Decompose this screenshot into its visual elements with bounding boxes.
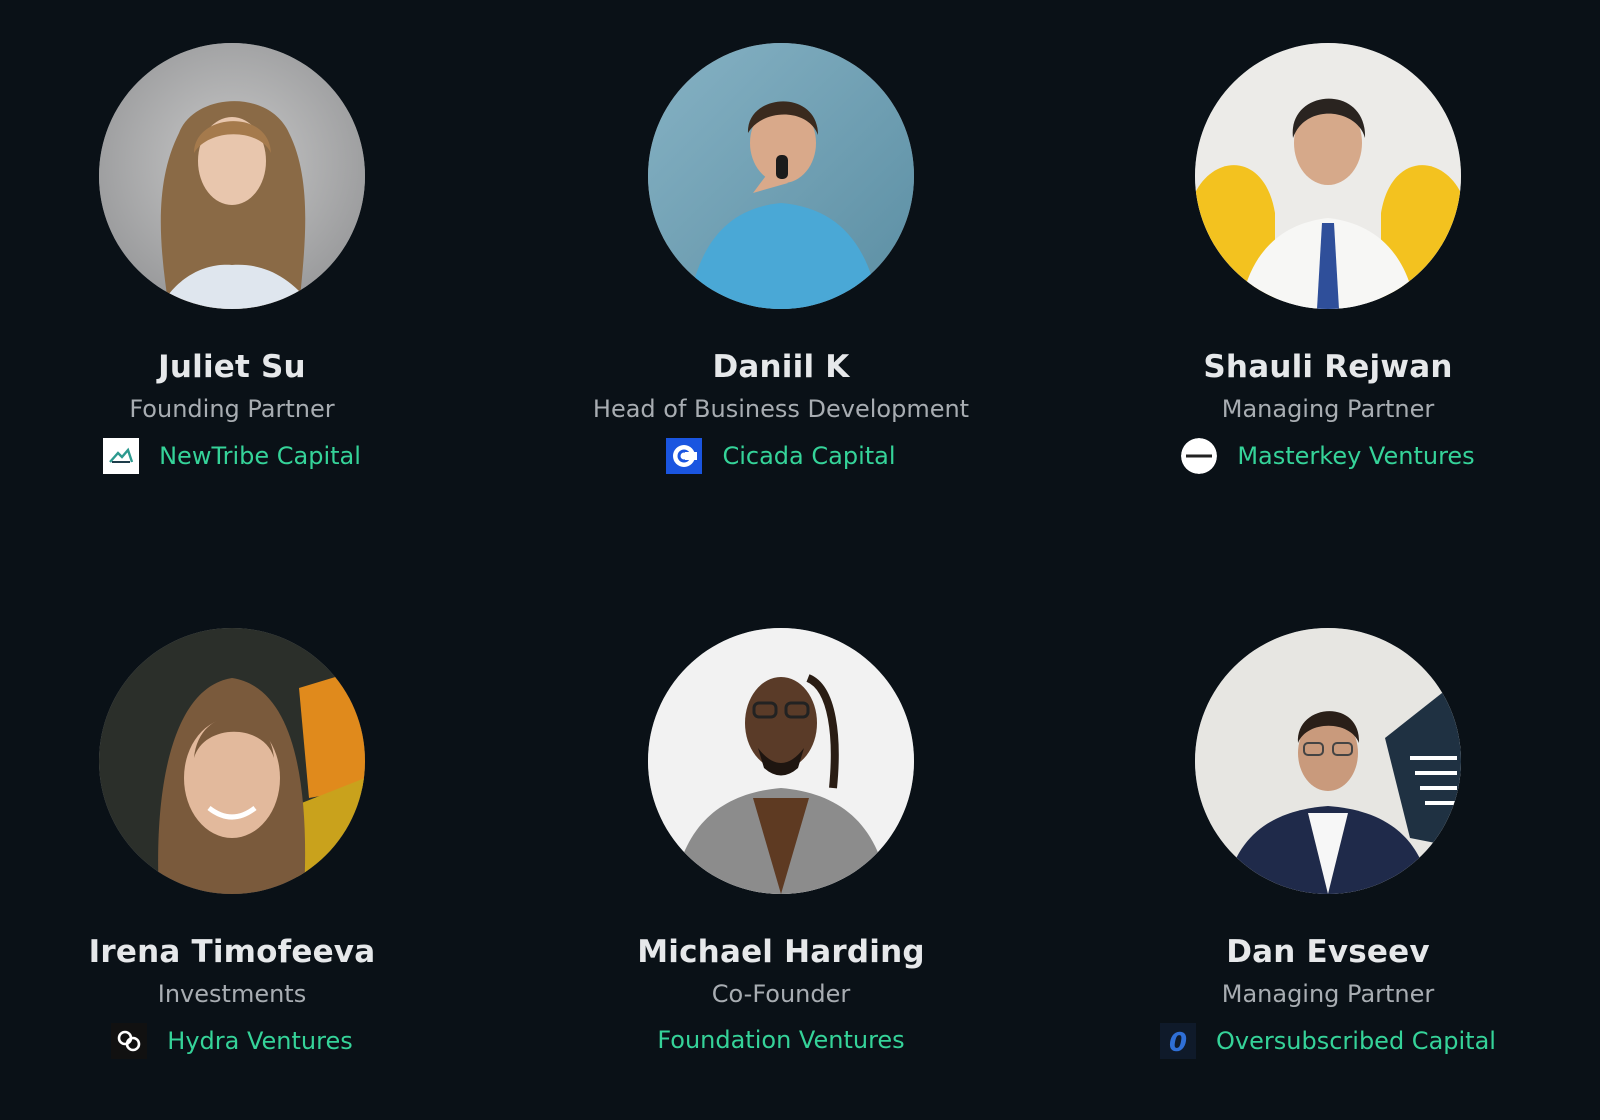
person-role: Head of Business Development — [592, 395, 970, 423]
newtribe-logo-icon — [103, 438, 140, 474]
cicada-logo-icon — [666, 438, 703, 474]
speakers-grid: Juliet Su Founding Partner NewTribe Capi… — [0, 0, 1600, 1120]
company-link[interactable]: NewTribe Capital — [103, 438, 361, 474]
person-role: Managing Partner — [1221, 980, 1435, 1008]
portrait-image — [99, 628, 365, 894]
person-name: Juliet Su — [158, 349, 306, 385]
company-name: Masterkey Ventures — [1237, 442, 1475, 470]
company-link[interactable]: Hydra Ventures — [111, 1023, 353, 1059]
person-name: Daniil K — [712, 349, 850, 385]
person-card: Dan Evseev Managing Partner 0 Oversubscr… — [1068, 628, 1588, 1059]
portrait-image — [1195, 43, 1461, 309]
person-card: Michael Harding Co-Founder Foundation Ve… — [521, 628, 1041, 1057]
avatar — [99, 43, 365, 309]
company-link[interactable]: Cicada Capital — [666, 438, 896, 474]
masterkey-logo-icon — [1181, 438, 1218, 474]
avatar — [1195, 43, 1461, 309]
person-role: Investments — [157, 980, 307, 1008]
person-name: Irena Timofeeva — [88, 934, 376, 970]
company-name: Oversubscribed Capital — [1216, 1027, 1496, 1055]
avatar — [99, 628, 365, 894]
person-role: Managing Partner — [1221, 395, 1435, 423]
person-card: Daniil K Head of Business Development Ci… — [521, 43, 1041, 474]
company-link[interactable]: Foundation Ventures — [657, 1023, 904, 1057]
oversubscribed-logo-icon: 0 — [1160, 1023, 1197, 1059]
portrait-image — [648, 628, 914, 894]
person-role: Founding Partner — [129, 395, 335, 423]
portrait-image — [648, 43, 914, 309]
portrait-image — [99, 43, 365, 309]
company-name: Hydra Ventures — [167, 1027, 353, 1055]
portrait-image — [1195, 628, 1461, 894]
company-name: Cicada Capital — [722, 442, 896, 470]
avatar — [1195, 628, 1461, 894]
person-name: Dan Evseev — [1226, 934, 1430, 970]
company-name: NewTribe Capital — [159, 442, 361, 470]
company-name: Foundation Ventures — [657, 1026, 905, 1054]
avatar — [648, 628, 914, 894]
person-card: Irena Timofeeva Investments Hydra Ventur… — [0, 628, 492, 1059]
person-name: Shauli Rejwan — [1203, 349, 1453, 385]
person-card: Shauli Rejwan Managing Partner Masterkey… — [1068, 43, 1588, 474]
company-link[interactable]: 0 Oversubscribed Capital — [1160, 1023, 1496, 1059]
person-card: Juliet Su Founding Partner NewTribe Capi… — [0, 43, 492, 474]
person-name: Michael Harding — [637, 934, 925, 970]
avatar — [648, 43, 914, 309]
hydra-logo-icon — [111, 1023, 148, 1059]
oversubscribed-logo-letter: 0 — [1169, 1028, 1187, 1058]
person-role: Co-Founder — [711, 980, 851, 1008]
company-link[interactable]: Masterkey Ventures — [1181, 438, 1475, 474]
